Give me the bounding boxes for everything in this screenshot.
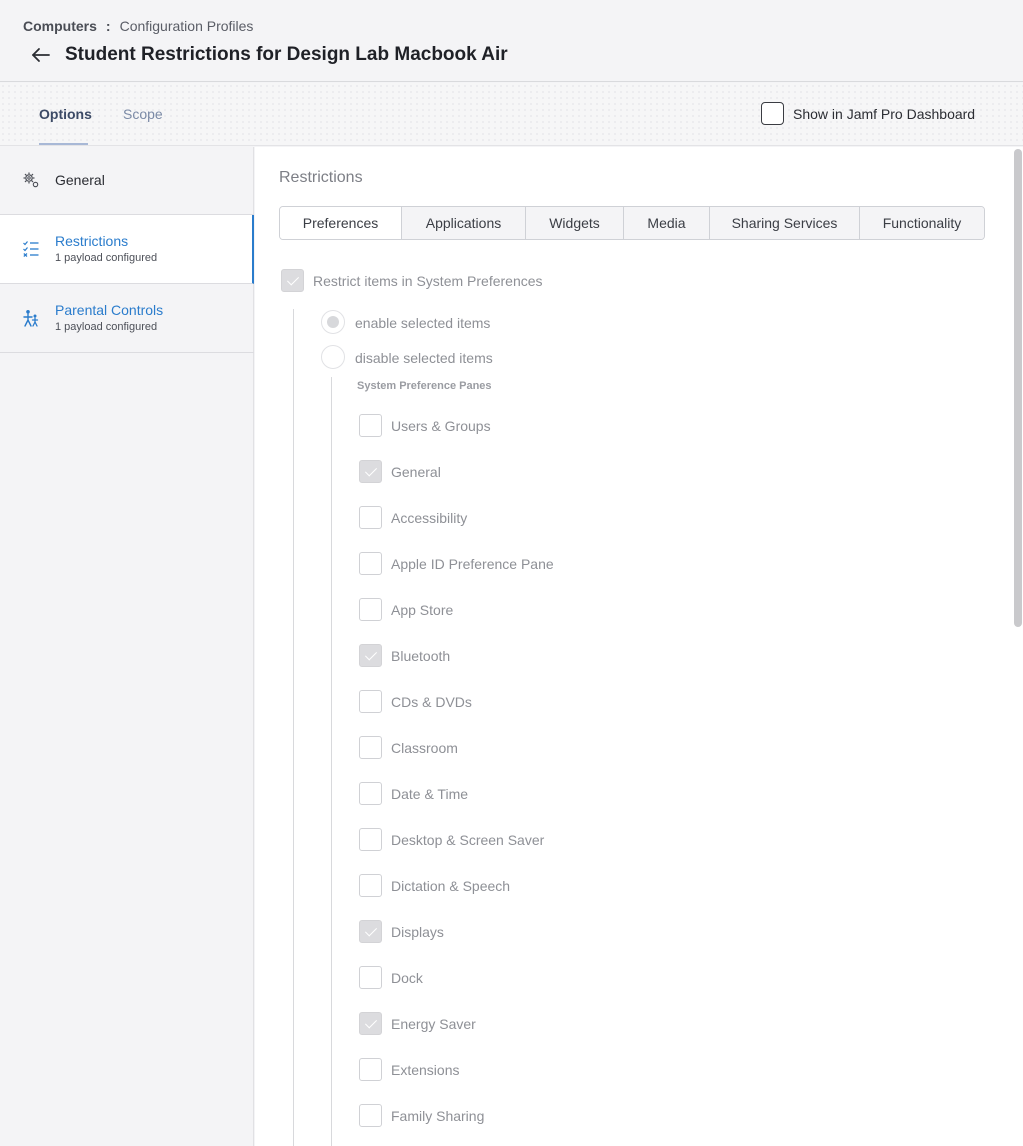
subtab-sharing-services[interactable]: Sharing Services — [710, 207, 860, 239]
pane-checkbox-users-groups[interactable] — [359, 414, 382, 437]
restrict-system-preferences-label: Restrict items in System Preferences — [313, 273, 543, 289]
pane-label: Date & Time — [391, 786, 469, 802]
system-preference-panes-heading: System Preference Panes — [357, 380, 492, 392]
pane-label: Classroom — [391, 740, 458, 756]
enable-selected-items-label: enable selected items — [355, 315, 491, 331]
payload-editor: Restrictions Preferences Applications Wi… — [255, 147, 1023, 1146]
pane-checkbox-general[interactable] — [359, 460, 382, 483]
page-header: Computers : Configuration Profiles Stude… — [0, 0, 1023, 82]
pane-checkbox-dock[interactable] — [359, 966, 382, 989]
sidebar-item-payload-count: 1 payload configured — [55, 321, 158, 333]
active-tab-indicator — [39, 143, 88, 145]
tab-scope[interactable]: Scope — [123, 106, 163, 122]
pane-label: Dictation & Speech — [391, 878, 511, 894]
back-arrow-icon[interactable] — [30, 44, 52, 66]
subtab-applications[interactable]: Applications — [402, 207, 526, 239]
disable-selected-items-radio[interactable] — [321, 345, 345, 369]
sidebar-item-parental-controls[interactable]: Parental Controls 1 payload configured — [0, 284, 254, 353]
checklist-icon — [23, 241, 39, 257]
pane-checkbox-accessibility[interactable] — [359, 506, 382, 529]
sidebar-item-restrictions[interactable]: Restrictions 1 payload configured — [0, 215, 254, 284]
pane-checkbox-apple-id[interactable] — [359, 552, 382, 575]
restrict-system-preferences-checkbox[interactable] — [281, 269, 304, 292]
section-title: Restrictions — [279, 169, 363, 186]
payload-sidebar: General Restrictions 1 payload configure… — [0, 147, 254, 1146]
breadcrumb: Computers : Configuration Profiles — [23, 18, 253, 34]
pane-label: Users & Groups — [391, 418, 491, 434]
options-scope-tabbar: Options Scope Show in Jamf Pro Dashboard — [0, 83, 1023, 146]
show-in-dashboard-label: Show in Jamf Pro Dashboard — [793, 105, 976, 122]
pane-checkbox-energy-saver[interactable] — [359, 1012, 382, 1035]
tree-line — [331, 377, 332, 1146]
scrollbar-thumb[interactable] — [1014, 149, 1022, 627]
disable-selected-items-label: disable selected items — [355, 350, 493, 366]
pane-checkbox-bluetooth[interactable] — [359, 644, 382, 667]
tree-line — [293, 309, 294, 1146]
pane-label: Apple ID Preference Pane — [391, 556, 554, 572]
subtab-widgets[interactable]: Widgets — [526, 207, 624, 239]
sidebar-item-label: General — [55, 172, 105, 188]
pane-label: Family Sharing — [391, 1108, 485, 1124]
pane-label: Accessibility — [391, 510, 468, 526]
family-icon — [23, 310, 39, 327]
pane-checkbox-family-sharing[interactable] — [359, 1104, 382, 1127]
subtab-functionality[interactable]: Functionality — [860, 207, 984, 239]
show-in-dashboard-toggle[interactable]: Show in Jamf Pro Dashboard — [761, 102, 975, 125]
pane-label: Desktop & Screen Saver — [391, 832, 545, 848]
tab-options[interactable]: Options — [39, 106, 92, 122]
subtab-preferences[interactable]: Preferences — [280, 207, 402, 239]
breadcrumb-computers-link[interactable]: Computers — [23, 18, 97, 34]
pane-label: Extensions — [391, 1062, 460, 1078]
page-title: Student Restrictions for Design Lab Macb… — [65, 44, 508, 65]
pane-checkbox-classroom[interactable] — [359, 736, 382, 759]
sidebar-item-label: Parental Controls — [55, 302, 164, 318]
pane-checkbox-desktop-screen-saver[interactable] — [359, 828, 382, 851]
pane-checkbox-app-store[interactable] — [359, 598, 382, 621]
pane-label: Dock — [391, 970, 423, 986]
subtab-media[interactable]: Media — [624, 207, 710, 239]
restrictions-subtabs: Preferences Applications Widgets Media S… — [279, 206, 985, 240]
pane-label: General — [391, 464, 441, 480]
sidebar-item-general[interactable]: General — [0, 147, 254, 215]
pane-label: CDs & DVDs — [391, 694, 472, 710]
pane-checkbox-date-time[interactable] — [359, 782, 382, 805]
breadcrumb-configuration-profiles-link[interactable]: Configuration Profiles — [120, 18, 254, 34]
pane-checkbox-displays[interactable] — [359, 920, 382, 943]
pane-label: App Store — [391, 602, 454, 618]
pane-checkbox-extensions[interactable] — [359, 1058, 382, 1081]
pane-checkbox-cds-dvds[interactable] — [359, 690, 382, 713]
sidebar-item-payload-count: 1 payload configured — [55, 252, 158, 264]
pane-checkbox-dictation-speech[interactable] — [359, 874, 382, 897]
gear-icon — [23, 172, 39, 188]
show-in-dashboard-checkbox[interactable] — [761, 102, 784, 125]
breadcrumb-separator: : — [105, 18, 111, 34]
pane-label: Displays — [391, 924, 444, 940]
pane-label: Bluetooth — [391, 648, 451, 664]
sidebar-item-label: Restrictions — [55, 233, 129, 249]
pane-label: Energy Saver — [391, 1016, 476, 1032]
enable-selected-items-radio[interactable] — [321, 310, 345, 334]
